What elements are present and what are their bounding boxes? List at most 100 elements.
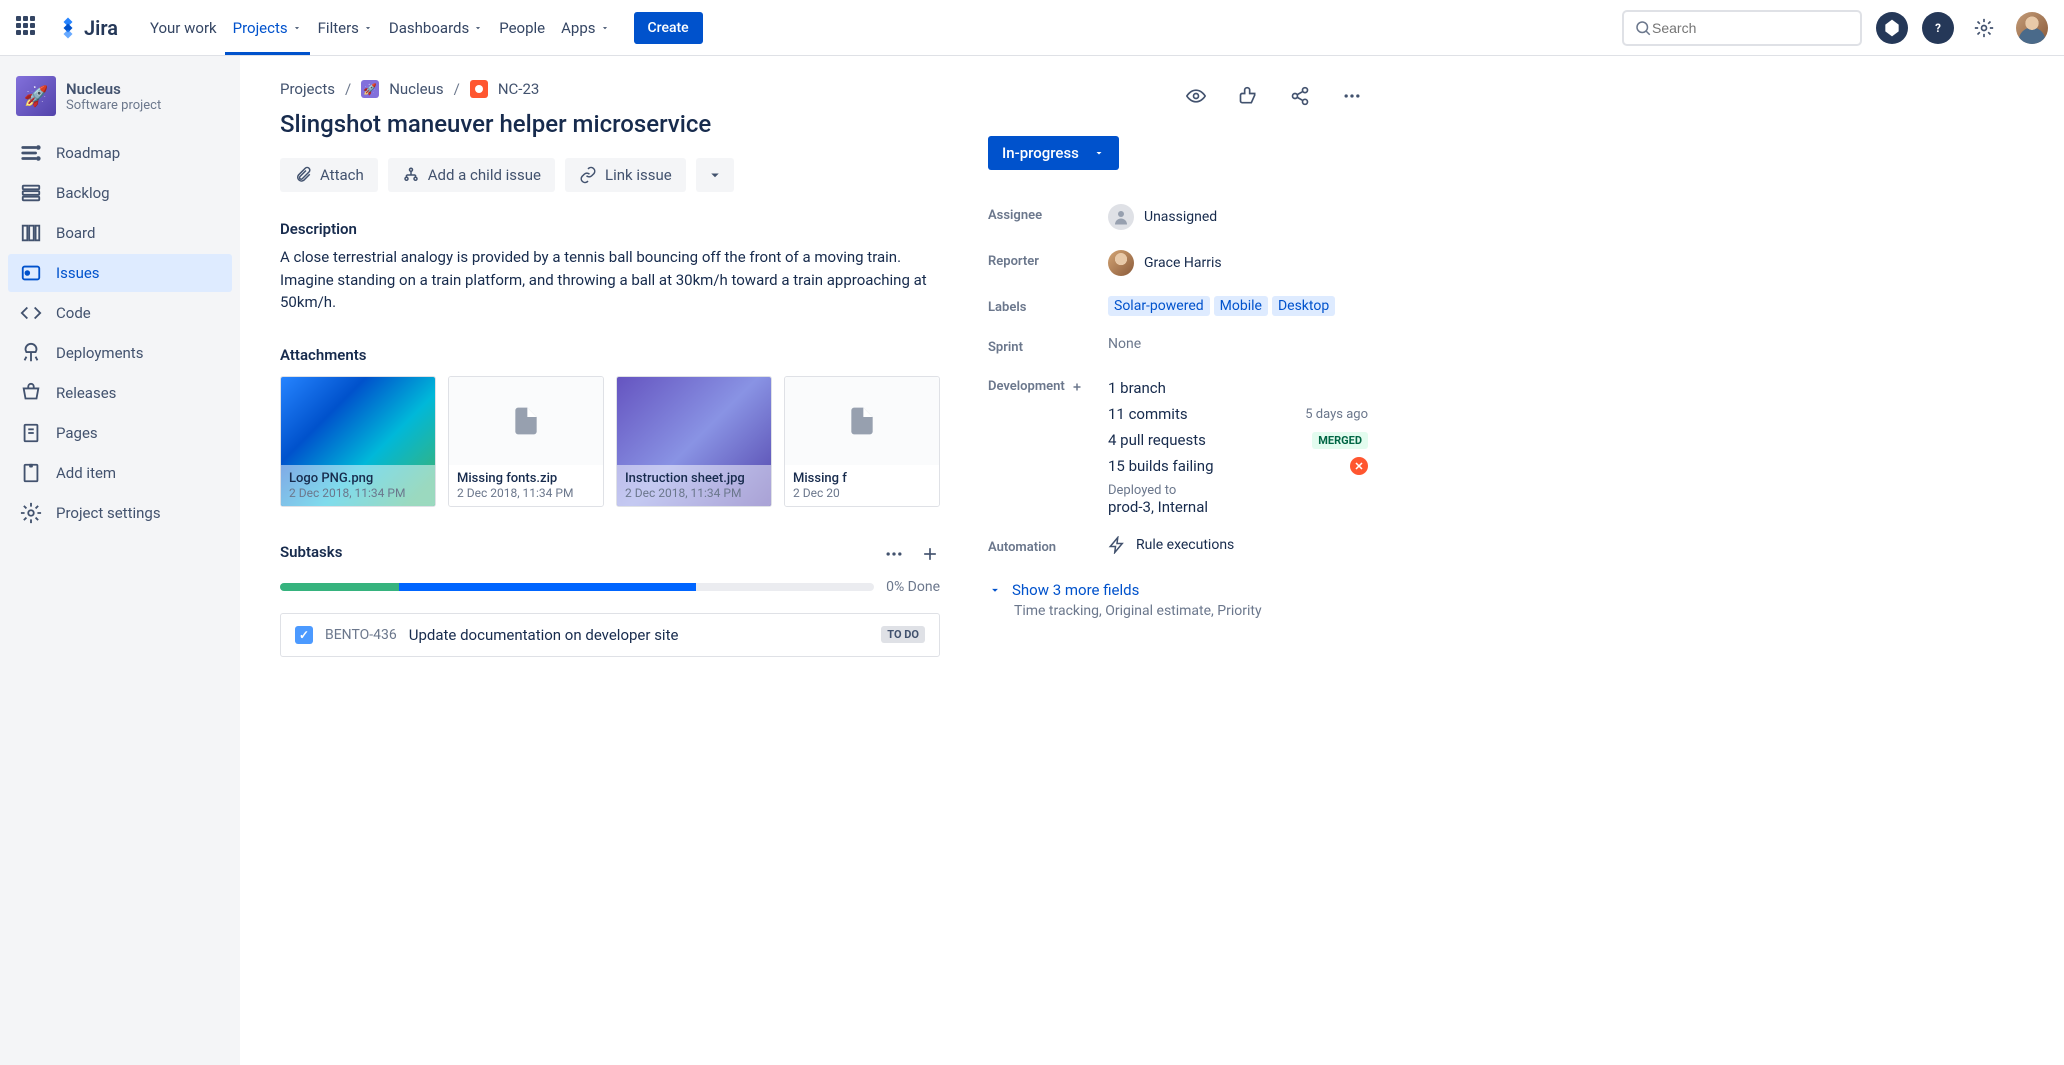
project-avatar-icon: 🚀 (361, 80, 379, 98)
share-icon[interactable] (1284, 80, 1316, 112)
link-icon (579, 166, 597, 184)
create-button[interactable]: Create (634, 12, 703, 44)
add-icon (20, 462, 42, 484)
sidebar: Nucleus Software project RoadmapBacklogB… (0, 56, 240, 1065)
sidebar-item-backlog[interactable]: Backlog (8, 174, 232, 212)
roadmap-icon (20, 142, 42, 164)
label-tag[interactable]: Desktop (1272, 296, 1335, 316)
sidebar-item-add-item[interactable]: Add item (8, 454, 232, 492)
sidebar-item-pages[interactable]: Pages (8, 414, 232, 452)
labels-value[interactable]: Solar-poweredMobileDesktop (1108, 296, 1368, 316)
svg-text:?: ? (1935, 21, 1941, 35)
attachments-heading: Attachments (280, 346, 940, 364)
attach-button[interactable]: Attach (280, 158, 378, 192)
sprint-label: Sprint (988, 336, 1108, 355)
automation-value[interactable]: Rule executions (1108, 536, 1368, 554)
notifications-icon[interactable] (1876, 12, 1908, 44)
like-icon[interactable] (1232, 80, 1264, 112)
project-header[interactable]: Nucleus Software project (8, 76, 232, 132)
reporter-value[interactable]: Grace Harris (1108, 250, 1368, 276)
label-tag[interactable]: Mobile (1214, 296, 1268, 316)
board-icon (20, 222, 42, 244)
issue-type-icon (470, 80, 488, 98)
attachment-card[interactable]: Logo PNG.png2 Dec 2018, 11:34 PM (280, 376, 436, 507)
assignee-value[interactable]: Unassigned (1108, 204, 1368, 230)
subtask-status[interactable]: TO DO (881, 626, 925, 643)
merged-badge: MERGED (1312, 432, 1368, 449)
issue-head-actions (988, 80, 1368, 112)
subtasks-more-icon[interactable] (884, 544, 904, 568)
topnav-projects[interactable]: Projects (225, 1, 310, 55)
more-actions-icon[interactable] (1336, 80, 1368, 112)
search-icon (1634, 19, 1652, 37)
topnav-apps[interactable]: Apps (553, 1, 617, 55)
app-switcher-icon[interactable] (16, 16, 40, 40)
sidebar-item-issues[interactable]: Issues (8, 254, 232, 292)
topnav-filters[interactable]: Filters (310, 1, 381, 55)
status-dropdown[interactable]: In-progress (988, 136, 1119, 170)
automation-label: Automation (988, 536, 1108, 555)
build-fail-icon: ✕ (1350, 457, 1368, 475)
subtask-item[interactable]: BENTO-436Update documentation on develop… (280, 613, 940, 657)
add-subtask-icon[interactable] (920, 544, 940, 568)
development-label: Development (988, 375, 1108, 394)
jira-mark-icon (56, 16, 80, 40)
deployed-env[interactable]: prod-3, Internal (1108, 498, 1368, 516)
topnav-dashboards[interactable]: Dashboards (381, 1, 491, 55)
description-text[interactable]: A close terrestrial analogy is provided … (280, 246, 940, 314)
show-more-fields[interactable]: Show 3 more fields (988, 581, 1368, 599)
backlog-icon (20, 182, 42, 204)
link-issue-button[interactable]: Link issue (565, 158, 686, 192)
child-issue-icon (402, 166, 420, 184)
breadcrumb-project[interactable]: Nucleus (389, 80, 443, 98)
sidebar-item-code[interactable]: Code (8, 294, 232, 332)
settings-icon (20, 502, 42, 524)
reporter-avatar (1108, 250, 1134, 276)
dev-branch[interactable]: 1 branch (1108, 379, 1166, 397)
labels-label: Labels (988, 296, 1108, 315)
reporter-label: Reporter (988, 250, 1108, 269)
sidebar-item-board[interactable]: Board (8, 214, 232, 252)
plus-icon[interactable] (1071, 381, 1083, 393)
subtask-type-icon (295, 626, 313, 644)
description-heading: Description (280, 220, 940, 238)
deployments-icon (20, 342, 42, 364)
topnav-people[interactable]: People (491, 1, 553, 55)
label-tag[interactable]: Solar-powered (1108, 296, 1210, 316)
attachments-row: Logo PNG.png2 Dec 2018, 11:34 PMMissing … (280, 376, 940, 507)
dev-commits[interactable]: 11 commits (1108, 405, 1188, 423)
sidebar-item-deployments[interactable]: Deployments (8, 334, 232, 372)
pages-icon (20, 422, 42, 444)
subtask-progress: 0% Done (280, 579, 940, 595)
sidebar-item-releases[interactable]: Releases (8, 374, 232, 412)
breadcrumb: Projects / 🚀 Nucleus / NC-23 (280, 80, 940, 98)
help-icon[interactable]: ? (1922, 12, 1954, 44)
subtask-key[interactable]: BENTO-436 (325, 627, 397, 643)
sidebar-item-project-settings[interactable]: Project settings (8, 494, 232, 532)
add-child-button[interactable]: Add a child issue (388, 158, 555, 192)
project-type: Software project (66, 98, 161, 113)
watch-icon[interactable] (1180, 80, 1212, 112)
sidebar-item-roadmap[interactable]: Roadmap (8, 134, 232, 172)
link-issue-more-button[interactable] (696, 158, 734, 192)
issue-title[interactable]: Slingshot maneuver helper microservice (280, 110, 940, 138)
search-input[interactable] (1652, 20, 1850, 36)
chevron-down-icon (988, 583, 1002, 597)
breadcrumb-issue-key[interactable]: NC-23 (498, 80, 539, 98)
project-name: Nucleus (66, 80, 161, 98)
dev-commits-meta: 5 days ago (1305, 407, 1368, 422)
settings-icon[interactable] (1968, 12, 2000, 44)
breadcrumb-projects[interactable]: Projects (280, 80, 335, 98)
dev-prs[interactable]: 4 pull requests (1108, 431, 1206, 449)
attachment-card[interactable]: Missing f2 Dec 20 (784, 376, 940, 507)
topnav-your-work[interactable]: Your work (142, 1, 225, 55)
search-box[interactable] (1622, 10, 1862, 46)
lightning-icon (1108, 536, 1126, 554)
dev-builds[interactable]: 15 builds failing (1108, 457, 1214, 475)
attachment-card[interactable]: Missing fonts.zip2 Dec 2018, 11:34 PM (448, 376, 604, 507)
sprint-value[interactable]: None (1108, 336, 1368, 352)
user-avatar[interactable] (2016, 12, 2048, 44)
attach-icon (294, 166, 312, 184)
jira-logo[interactable]: Jira (56, 16, 118, 40)
attachment-card[interactable]: Instruction sheet.jpg2 Dec 2018, 11:34 P… (616, 376, 772, 507)
